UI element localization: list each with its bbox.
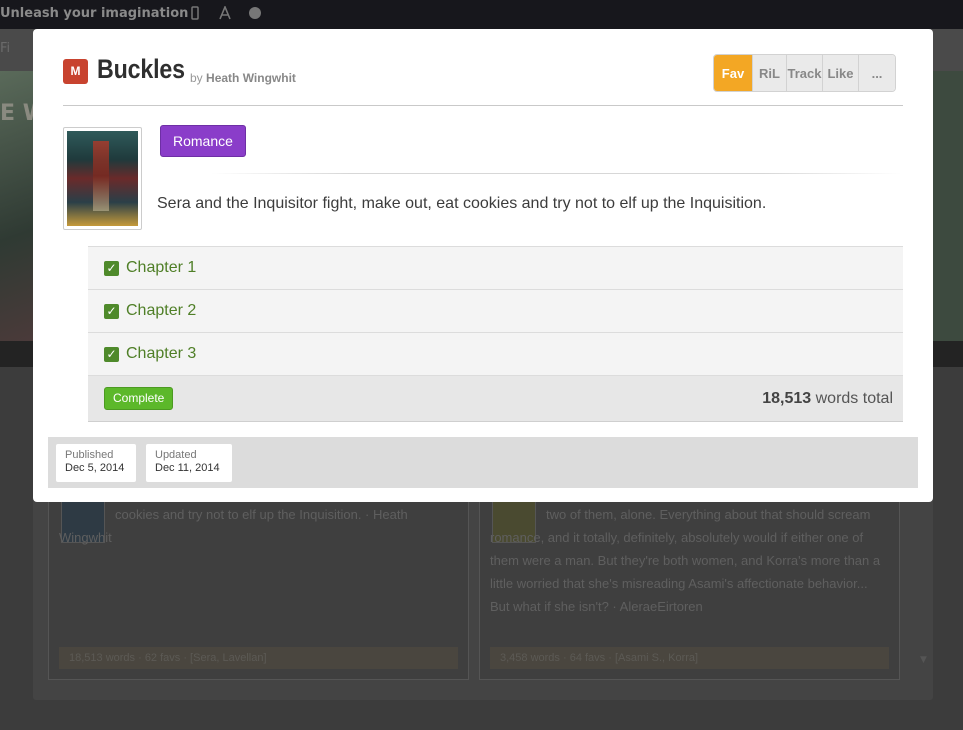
chapter-link[interactable]: Chapter 2 xyxy=(126,302,196,320)
status-badge: Complete xyxy=(104,387,174,410)
story-modal: M Buckles by Heath Wingwhit Fav RiL Trac… xyxy=(33,29,933,502)
chapter-row[interactable]: ✓ Chapter 3 xyxy=(88,333,903,376)
story-card-meta: 3,458 words · 64 favs · [Asami S., Korra… xyxy=(490,647,889,669)
rating-badge: M xyxy=(63,59,88,84)
published-date-box: Published Dec 5, 2014 xyxy=(56,444,136,482)
byline: by Heath Wingwhit xyxy=(190,71,296,85)
updated-date: Dec 11, 2014 xyxy=(155,462,220,474)
story-cover[interactable] xyxy=(63,127,142,230)
story-card-description: cookies and try not to elf up the Inquis… xyxy=(59,507,408,545)
divider xyxy=(211,173,901,174)
genre-tag[interactable]: Romance xyxy=(160,125,246,157)
chapter-summary: Complete 18,513 words total xyxy=(88,376,903,422)
story-header: M Buckles by Heath Wingwhit Fav RiL Trac… xyxy=(63,54,903,106)
published-label: Published xyxy=(65,449,114,461)
chapter-link[interactable]: Chapter 1 xyxy=(126,259,196,277)
read-it-later-button[interactable]: RiL xyxy=(752,55,786,91)
site-topbar: Unleash your imagination xyxy=(0,0,963,29)
checkmark-icon[interactable]: ✓ xyxy=(104,304,119,319)
dates-bar: Published Dec 5, 2014 Updated Dec 11, 20… xyxy=(48,437,918,488)
phone-icon[interactable] xyxy=(188,6,202,20)
globe-icon[interactable] xyxy=(248,6,262,20)
story-card[interactable]: two of them, alone. Everything about tha… xyxy=(479,488,900,680)
story-actions: Fav RiL Track Like ... xyxy=(713,54,896,92)
chapter-row[interactable]: ✓ Chapter 1 xyxy=(88,247,903,290)
chapter-row[interactable]: ✓ Chapter 2 xyxy=(88,290,903,333)
updated-date-box: Updated Dec 11, 2014 xyxy=(146,444,232,482)
published-date: Dec 5, 2014 xyxy=(65,462,125,474)
story-title[interactable]: Buckles xyxy=(97,54,185,85)
story-card-description: two of them, alone. Everything about tha… xyxy=(490,507,881,614)
byline-prefix: by xyxy=(190,71,203,85)
author-link[interactable]: Heath Wingwhit xyxy=(206,71,296,85)
updated-label: Updated xyxy=(155,449,197,461)
more-button[interactable]: ... xyxy=(858,55,895,91)
chapter-list: ✓ Chapter 1 ✓ Chapter 2 ✓ Chapter 3 Comp… xyxy=(88,246,903,422)
like-button[interactable]: Like xyxy=(822,55,858,91)
chapter-link[interactable]: Chapter 3 xyxy=(126,345,196,363)
word-count: 18,513 words total xyxy=(762,390,893,408)
scroll-down-icon[interactable]: ▼ xyxy=(920,655,927,665)
font-icon[interactable] xyxy=(218,6,232,20)
nav-fragment: Fi xyxy=(0,41,11,56)
checkmark-icon[interactable]: ✓ xyxy=(104,347,119,362)
story-description: Sera and the Inquisitor fight, make out,… xyxy=(157,195,767,212)
track-button[interactable]: Track xyxy=(786,55,822,91)
story-card[interactable]: cookies and try not to elf up the Inquis… xyxy=(48,488,469,680)
cover-art xyxy=(67,131,138,226)
story-card-meta: 18,513 words · 62 favs · [Sera, Lavellan… xyxy=(59,647,458,669)
fav-button[interactable]: Fav xyxy=(714,55,752,91)
word-count-number: 18,513 xyxy=(762,390,812,407)
word-count-suffix: words total xyxy=(815,390,893,407)
site-slogan: Unleash your imagination xyxy=(0,6,189,21)
checkmark-icon[interactable]: ✓ xyxy=(104,261,119,276)
